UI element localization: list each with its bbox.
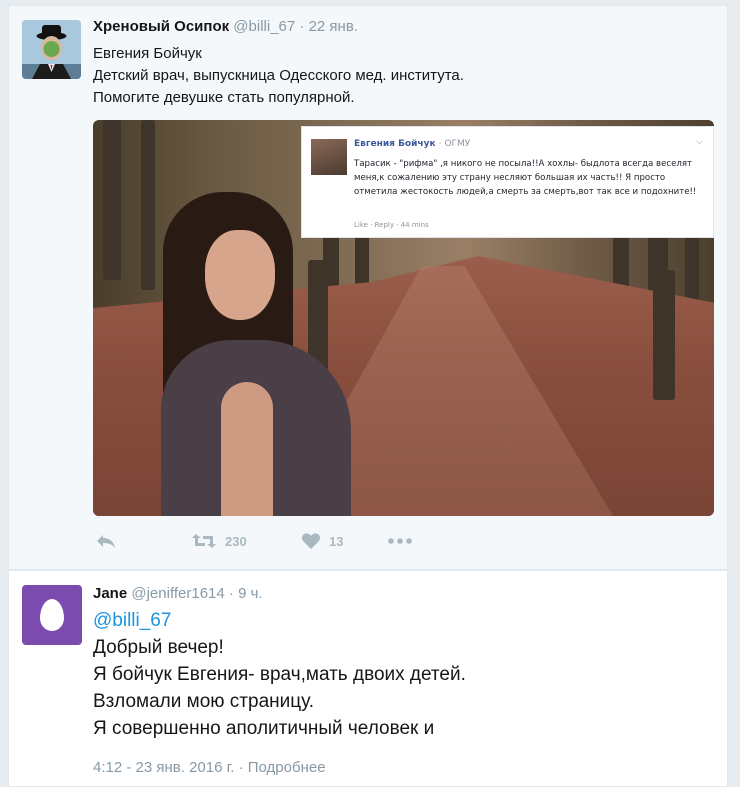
author-name[interactable]: Jane: [93, 585, 127, 602]
tweet-time[interactable]: 9 ч.: [238, 585, 263, 602]
tweet-photo[interactable]: Евгения Бойчук · ОГМУ ⌵ Тарасик - "рифма…: [93, 120, 714, 516]
reply-icon: [97, 535, 115, 548]
avatar[interactable]: [22, 585, 82, 645]
woman-arm: [221, 382, 273, 516]
tweet-line: Евгения Бойчук: [93, 45, 202, 62]
tweet-time[interactable]: 22 янв.: [309, 18, 358, 35]
tweet-text: Евгения Бойчук Детский врач, выпускница …: [93, 43, 464, 109]
tweet-line: Детский врач, выпускница Одесского мед. …: [93, 67, 464, 84]
fb-author-sub: · ОГМУ: [438, 139, 471, 149]
reply-line: Добрый вечер!: [93, 637, 224, 658]
woman-face: [205, 230, 275, 320]
reply-button[interactable]: [95, 532, 117, 550]
reply-line: Я совершенно аполитичный человек и: [93, 718, 435, 739]
like-button[interactable]: 13: [301, 532, 343, 550]
mention-link[interactable]: @billi_67: [93, 610, 171, 631]
tree-trunk: [141, 120, 155, 290]
fb-post-meta: Like · Reply · 44 mins: [354, 221, 429, 229]
like-count: 13: [329, 533, 344, 549]
reply-text: @billi_67 Добрый вечер! Я бойчук Евгения…: [93, 607, 466, 742]
fb-author: Евгения Бойчук · ОГМУ: [354, 139, 470, 149]
separator: ·: [299, 18, 305, 35]
reply-footer[interactable]: 4:12 - 23 янв. 2016 г. · Подробнее: [93, 759, 326, 776]
reply-line: Взломали мою страницу.: [93, 691, 315, 712]
retweet-icon: [192, 534, 216, 548]
tree-trunk: [103, 120, 121, 280]
reply-tweet-card[interactable]: Jane @jeniffer1614 · 9 ч. @billi_67 Добр…: [8, 570, 728, 787]
author-handle[interactable]: @jeniffer1614: [131, 585, 224, 602]
tweet-header: Хреновый Осипок @billi_67 · 22 янв.: [93, 18, 358, 35]
avatar[interactable]: [22, 20, 81, 79]
reply-line: Я бойчук Евгения- врач,мать двоих детей.: [93, 664, 466, 685]
tweet-actions: 230 13: [93, 532, 433, 554]
author-handle[interactable]: @billi_67: [233, 18, 295, 35]
more-icon: [388, 538, 412, 544]
tree-trunk: [653, 270, 675, 400]
fb-author-name: Евгения Бойчук: [354, 139, 436, 149]
egg-avatar-icon: [40, 599, 64, 631]
embedded-facebook-post: Евгения Бойчук · ОГМУ ⌵ Тарасик - "рифма…: [301, 126, 714, 238]
tweet-line: Помогите девушке стать популярной.: [93, 89, 355, 106]
fb-avatar: [311, 139, 347, 175]
tweet-card[interactable]: Хреновый Осипок @billi_67 · 22 янв. Евге…: [8, 5, 728, 570]
chevron-down-icon: ⌵: [696, 137, 703, 147]
retweet-count: 230: [225, 533, 247, 549]
avatar-image: [22, 20, 81, 79]
heart-icon: [301, 533, 321, 549]
separator: ·: [228, 585, 234, 602]
retweet-button[interactable]: 230: [191, 532, 247, 550]
fb-post-text: Тарасик - "рифма" ,я никого не посыла!!А…: [354, 159, 697, 197]
author-name[interactable]: Хреновый Осипок: [93, 18, 229, 35]
more-button[interactable]: [387, 534, 413, 548]
reply-header: Jane @jeniffer1614 · 9 ч.: [93, 585, 263, 602]
